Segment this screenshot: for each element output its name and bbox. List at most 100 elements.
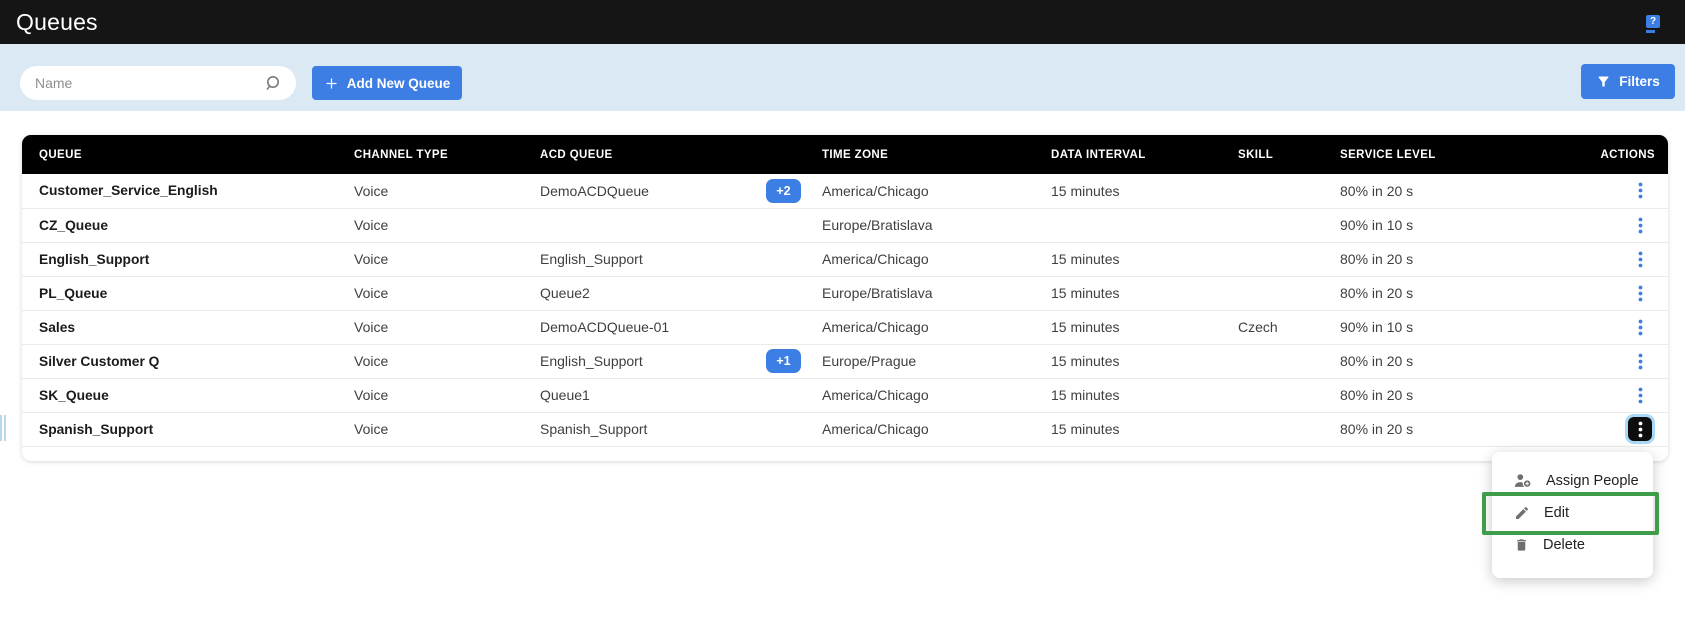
table-row[interactable]: English_SupportVoiceEnglish_Support Ameri… [22, 242, 1668, 276]
column-header-data_interval: DATA INTERVAL [1051, 135, 1238, 174]
row-actions-kebab-button[interactable] [1628, 247, 1652, 271]
cell-queue-name: Silver Customer Q [22, 344, 354, 378]
delete-icon [1514, 537, 1529, 553]
filters-button[interactable]: Filters [1581, 64, 1675, 99]
app-header: Queues ? [0, 0, 1685, 44]
column-header-channel_type: CHANNEL TYPE [354, 135, 540, 174]
table-row[interactable]: Spanish_SupportVoiceSpanish_SupportAmeri… [22, 412, 1668, 446]
row-actions-kebab-button[interactable] [1628, 315, 1652, 339]
cell-actions [1495, 344, 1668, 378]
column-header-acd_queue: ACD QUEUE [540, 135, 822, 174]
acd-queue-value: English_Support [540, 353, 643, 369]
menu-item-edit[interactable]: Edit [1492, 497, 1653, 529]
cell-acd-queue: English_Support [540, 242, 822, 276]
table-row[interactable]: CZ_QueueVoice Europe/Bratislava 90% in 10 … [22, 208, 1668, 242]
plus-icon [324, 76, 339, 91]
acd-queue-value: Queue2 [540, 285, 590, 301]
cell-service-level: 80% in 20 s [1340, 378, 1495, 412]
acd-queue-value: English_Support [540, 251, 643, 267]
cell-time-zone: America/Chicago [822, 378, 1051, 412]
assign-people-icon [1514, 473, 1532, 489]
cell-channel-type: Voice [354, 242, 540, 276]
cell-queue-name: SK_Queue [22, 378, 354, 412]
menu-item-label: Delete [1543, 537, 1585, 553]
cell-channel-type: Voice [354, 208, 540, 242]
cell-service-level: 90% in 10 s [1340, 310, 1495, 344]
cell-skill [1238, 174, 1340, 208]
cell-channel-type: Voice [354, 412, 540, 446]
cell-acd-queue [540, 208, 822, 242]
acd-queue-value: DemoACDQueue-01 [540, 319, 669, 335]
cell-time-zone: America/Chicago [822, 412, 1051, 446]
row-actions-kebab-button[interactable] [1628, 281, 1652, 305]
cell-skill [1238, 412, 1340, 446]
cell-time-zone: America/Chicago [822, 310, 1051, 344]
menu-item-label: Assign People [1546, 473, 1639, 489]
cell-data-interval: 15 minutes [1051, 412, 1238, 446]
row-actions-kebab-button[interactable] [1628, 383, 1652, 407]
cell-time-zone: Europe/Bratislava [822, 208, 1051, 242]
add-new-queue-label: Add New Queue [347, 76, 451, 91]
cell-time-zone: America/Chicago [822, 174, 1051, 208]
cell-acd-queue: DemoACDQueue +2 [540, 174, 822, 208]
acd-queue-value: DemoACDQueue [540, 183, 649, 199]
row-actions-menu: Assign People Edit Delete [1492, 452, 1653, 578]
help-icon[interactable]: ? [1646, 15, 1661, 34]
cell-channel-type: Voice [354, 276, 540, 310]
toolbar: Add New Queue Filters [0, 44, 1685, 111]
cell-data-interval: 15 minutes [1051, 310, 1238, 344]
horizontal-scroll-indicator[interactable] [0, 415, 6, 441]
cell-time-zone: America/Chicago [822, 242, 1051, 276]
table-row[interactable]: SalesVoiceDemoACDQueue-01America/Chicago… [22, 310, 1668, 344]
row-actions-kebab-button[interactable] [1628, 417, 1652, 441]
cell-service-level: 80% in 20 s [1340, 174, 1495, 208]
page-title: Queues [16, 9, 98, 36]
row-actions-kebab-button[interactable] [1628, 179, 1652, 203]
search-input[interactable] [35, 75, 265, 91]
cell-skill: Czech [1238, 310, 1340, 344]
cell-skill [1238, 276, 1340, 310]
cell-queue-name: Spanish_Support [22, 412, 354, 446]
cell-service-level: 80% in 20 s [1340, 412, 1495, 446]
cell-service-level: 90% in 10 s [1340, 208, 1495, 242]
cell-skill [1238, 242, 1340, 276]
cell-data-interval: 15 minutes [1051, 378, 1238, 412]
menu-item-assign-people[interactable]: Assign People [1492, 465, 1653, 497]
cell-data-interval: 15 minutes [1051, 242, 1238, 276]
cell-channel-type: Voice [354, 344, 540, 378]
search-box[interactable] [20, 66, 296, 100]
cell-queue-name: Customer_Service_English [22, 174, 354, 208]
queue-table-body: Customer_Service_EnglishVoiceDemoACDQueu… [22, 174, 1668, 446]
row-actions-kebab-button[interactable] [1628, 349, 1652, 373]
cell-queue-name: CZ_Queue [22, 208, 354, 242]
filters-label: Filters [1619, 74, 1660, 89]
menu-item-delete[interactable]: Delete [1492, 529, 1653, 561]
cell-service-level: 80% in 20 s [1340, 344, 1495, 378]
cell-skill [1238, 378, 1340, 412]
table-row[interactable]: Silver Customer QVoiceEnglish_Support+1E… [22, 344, 1668, 378]
more-acd-queues-badge[interactable]: +2 [766, 179, 801, 203]
column-header-skill: SKILL [1238, 135, 1340, 174]
cell-queue-name: PL_Queue [22, 276, 354, 310]
table-row[interactable]: PL_QueueVoiceQueue2Europe/Bratislava15 m… [22, 276, 1668, 310]
cell-actions [1495, 276, 1668, 310]
cell-skill [1238, 208, 1340, 242]
menu-item-label: Edit [1544, 505, 1569, 521]
search-icon [265, 74, 283, 92]
filter-funnel-icon [1596, 74, 1611, 89]
queues-table-card: QUEUECHANNEL TYPEACD QUEUETIME ZONEDATA … [22, 135, 1668, 461]
row-actions-kebab-button[interactable] [1628, 213, 1652, 237]
cell-actions [1495, 412, 1668, 446]
table-row[interactable]: SK_QueueVoiceQueue1America/Chicago15 min… [22, 378, 1668, 412]
column-header-service_level: SERVICE LEVEL [1340, 135, 1495, 174]
cell-service-level: 80% in 20 s [1340, 276, 1495, 310]
edit-icon [1514, 505, 1530, 521]
table-row[interactable]: Customer_Service_EnglishVoiceDemoACDQueu… [22, 174, 1668, 208]
cell-queue-name: English_Support [22, 242, 354, 276]
more-acd-queues-badge[interactable]: +1 [766, 349, 801, 373]
cell-actions [1495, 310, 1668, 344]
cell-actions [1495, 174, 1668, 208]
cell-acd-queue: Spanish_Support [540, 412, 822, 446]
cell-actions [1495, 378, 1668, 412]
add-new-queue-button[interactable]: Add New Queue [312, 66, 462, 100]
